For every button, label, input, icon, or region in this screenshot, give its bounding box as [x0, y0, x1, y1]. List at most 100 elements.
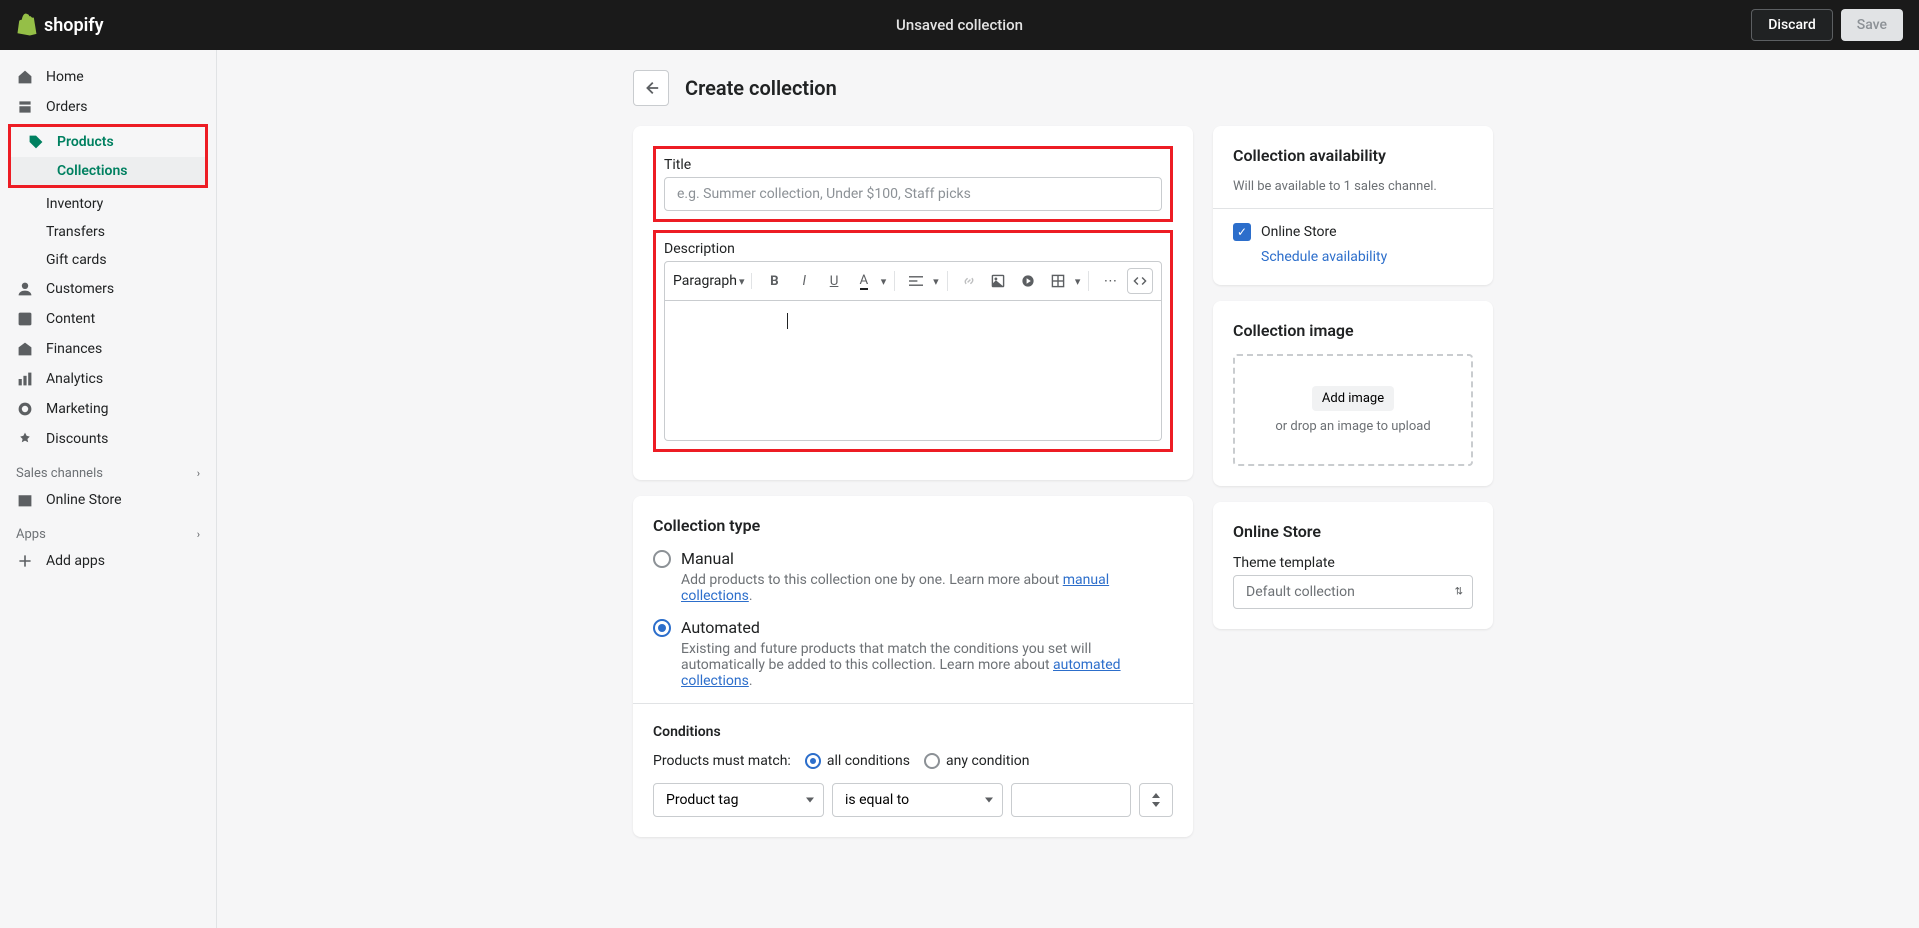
- nav-section-sales-channels: Sales channels ›: [0, 454, 216, 485]
- nav-transfers[interactable]: Transfers: [0, 218, 216, 246]
- condition-value-input[interactable]: [1011, 783, 1131, 817]
- image-dropzone[interactable]: Add image or drop an image to upload: [1233, 354, 1473, 466]
- collection-image-heading: Collection image: [1233, 321, 1473, 340]
- nav-home-label: Home: [46, 69, 84, 85]
- radio-automated-label: Automated: [681, 618, 760, 637]
- title-input[interactable]: [664, 177, 1162, 211]
- nav-online-store-label: Online Store: [46, 492, 122, 508]
- conditions-match: Products must match: all conditions any …: [653, 752, 1173, 769]
- add-image-button[interactable]: Add image: [1312, 386, 1394, 411]
- radio-manual[interactable]: [653, 550, 671, 568]
- nav-customers-label: Customers: [46, 281, 114, 297]
- page-header: Create collection: [633, 70, 1503, 106]
- chevron-right-icon[interactable]: ›: [197, 528, 200, 541]
- rte-toolbar: Paragraph ▾ B I U A ▾ ▾: [664, 261, 1162, 301]
- title-label: Title: [664, 157, 1162, 173]
- topbar-left: shopify: [16, 13, 104, 37]
- radio-manual-label: Manual: [681, 549, 734, 568]
- nav-analytics[interactable]: Analytics: [0, 364, 216, 394]
- nav-marketing[interactable]: Marketing: [0, 394, 216, 424]
- nav-content-label: Content: [46, 311, 95, 327]
- collection-type-card: Collection type Manual Add products to t…: [633, 496, 1193, 837]
- rte-video[interactable]: [1015, 268, 1041, 294]
- rte-underline[interactable]: U: [821, 268, 847, 294]
- arrow-left-icon: [642, 79, 660, 97]
- content-icon: [16, 310, 34, 328]
- online-store-checkbox[interactable]: ✓: [1233, 223, 1251, 241]
- chevron-right-icon[interactable]: ›: [197, 467, 200, 480]
- automated-description: Existing and future products that match …: [681, 641, 1173, 689]
- online-store-heading: Online Store: [1233, 522, 1473, 541]
- availability-subtext: Will be available to 1 sales channel.: [1233, 179, 1473, 194]
- shopify-logo[interactable]: shopify: [16, 13, 104, 37]
- save-status: Unsaved collection: [896, 16, 1023, 34]
- finances-icon: [16, 340, 34, 358]
- description-highlight: Description Paragraph ▾ B I U A ▾: [653, 230, 1173, 452]
- nav-inventory[interactable]: Inventory: [0, 190, 216, 218]
- brand-text: shopify: [44, 15, 104, 36]
- rte-html[interactable]: [1127, 268, 1153, 294]
- nav-gift-cards[interactable]: Gift cards: [0, 246, 216, 274]
- title-highlight: Title: [653, 146, 1173, 222]
- rte-text-color[interactable]: A: [851, 268, 877, 294]
- separator: [1088, 271, 1089, 291]
- theme-template-label: Theme template: [1233, 555, 1473, 571]
- radio-automated[interactable]: [653, 619, 671, 637]
- sales-channels-label: Sales channels: [16, 466, 103, 481]
- nav-customers[interactable]: Customers: [0, 274, 216, 304]
- back-button[interactable]: [633, 70, 669, 106]
- chevron-down-icon[interactable]: ▾: [881, 275, 887, 288]
- analytics-icon: [16, 370, 34, 388]
- save-button[interactable]: Save: [1841, 9, 1903, 41]
- nav-add-apps-label: Add apps: [46, 553, 105, 569]
- separator: [894, 271, 895, 291]
- chevron-down-icon[interactable]: ▾: [1075, 275, 1081, 288]
- nav-marketing-label: Marketing: [46, 401, 109, 417]
- nav-add-apps[interactable]: Add apps: [0, 546, 216, 576]
- nav-finances[interactable]: Finances: [0, 334, 216, 364]
- plus-icon: [16, 552, 34, 570]
- rte-link[interactable]: [956, 268, 982, 294]
- rte-italic[interactable]: I: [791, 268, 817, 294]
- nav-content[interactable]: Content: [0, 304, 216, 334]
- discard-button[interactable]: Discard: [1751, 9, 1832, 41]
- description-label: Description: [664, 241, 1162, 257]
- topbar: shopify Unsaved collection Discard Save: [0, 0, 1919, 50]
- rte-table[interactable]: [1045, 268, 1071, 294]
- rte-align[interactable]: [903, 268, 929, 294]
- theme-template-select[interactable]: Default collection: [1233, 575, 1473, 609]
- nav-discounts[interactable]: Discounts: [0, 424, 216, 454]
- nav-online-store[interactable]: Online Store: [0, 485, 216, 515]
- condition-sort-button[interactable]: [1139, 783, 1173, 817]
- chevron-down-icon[interactable]: ▾: [933, 275, 939, 288]
- radio-all-conditions[interactable]: [805, 753, 821, 769]
- rte-bold[interactable]: B: [762, 268, 788, 294]
- radio-any-condition[interactable]: [924, 753, 940, 769]
- nav-orders[interactable]: Orders: [0, 92, 216, 122]
- page-title: Create collection: [685, 76, 837, 100]
- apps-label: Apps: [16, 527, 46, 542]
- products-icon: [27, 133, 45, 151]
- discounts-icon: [16, 430, 34, 448]
- chevron-down-icon: ▾: [739, 275, 745, 288]
- rte-paragraph-select[interactable]: Paragraph: [673, 273, 737, 289]
- schedule-availability-link[interactable]: Schedule availability: [1261, 249, 1473, 265]
- sidebar-highlight: Products Collections: [8, 124, 208, 188]
- rte-more[interactable]: ⋯: [1097, 268, 1123, 294]
- any-condition-label: any condition: [946, 753, 1030, 769]
- match-label: Products must match:: [653, 753, 791, 769]
- manual-description: Add products to this collection one by o…: [681, 572, 1173, 604]
- drop-text: or drop an image to upload: [1251, 419, 1455, 434]
- nav-finances-label: Finances: [46, 341, 102, 357]
- nav-collections[interactable]: Collections: [11, 157, 205, 185]
- description-editor[interactable]: [664, 301, 1162, 441]
- rte-image[interactable]: [985, 268, 1011, 294]
- condition-field-select[interactable]: Product tag: [653, 783, 824, 817]
- nav-section-apps: Apps ›: [0, 515, 216, 546]
- condition-operator-select[interactable]: is equal to: [832, 783, 1003, 817]
- nav-products[interactable]: Products: [11, 127, 205, 157]
- availability-heading: Collection availability: [1233, 146, 1473, 165]
- nav-home[interactable]: Home: [0, 62, 216, 92]
- sort-icon: [1151, 793, 1161, 807]
- sidebar: Home Orders Products Collections Invento…: [0, 50, 217, 928]
